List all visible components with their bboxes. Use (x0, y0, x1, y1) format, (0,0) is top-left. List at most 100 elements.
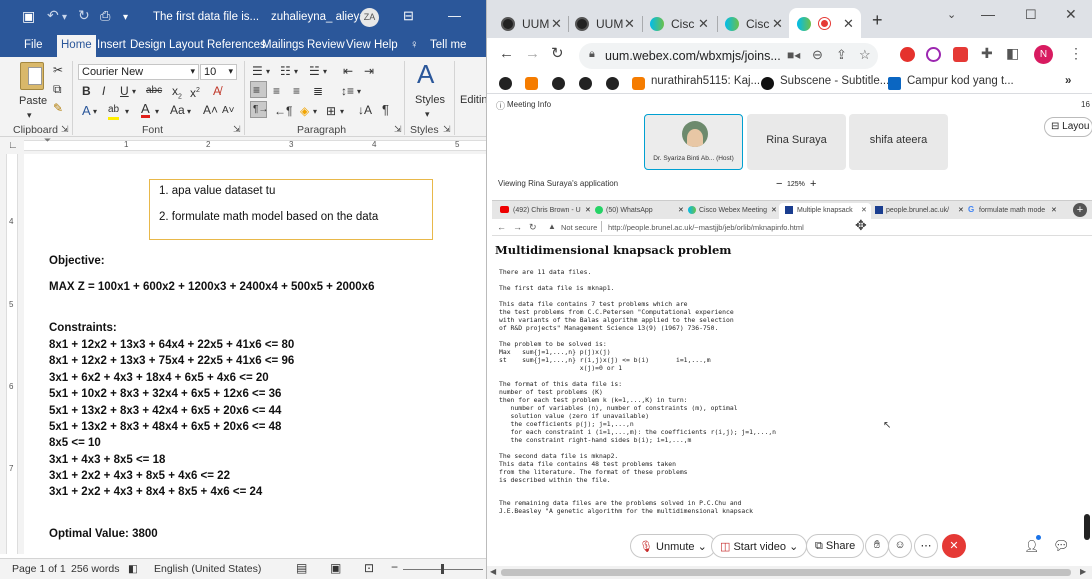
undo-dropdown-icon[interactable]: ▾ (62, 12, 67, 23)
align-left-button[interactable]: ≡ (250, 81, 267, 98)
github-icon[interactable] (606, 77, 619, 90)
numbering-dropdown-icon[interactable]: ▾ (294, 65, 298, 79)
word-count[interactable]: 256 words (71, 563, 119, 575)
tab-design[interactable]: Design (130, 39, 166, 51)
address-bar[interactable]: 🔒︎ uum.webex.com/wbxmjs/joins... ■◂ ⊖ ⇪ … (579, 43, 878, 69)
font-launcher-icon[interactable]: ⇲ (233, 124, 241, 135)
customize-qat-icon[interactable]: ▾ (123, 12, 128, 23)
browser-tab[interactable]: Cisc ✕ (719, 8, 789, 38)
notes-textbox[interactable]: 1. apa value dataset tu 2. formulate mat… (149, 179, 433, 240)
paste-dropdown-icon[interactable]: ▾ (27, 108, 32, 122)
justify-icon[interactable]: ≣ (313, 84, 323, 98)
strikethrough-icon[interactable]: abc (146, 84, 162, 98)
tab-layout[interactable]: Layout (169, 39, 204, 51)
more-bookmarks-icon[interactable]: » (1065, 75, 1071, 87)
tab-selector-icon[interactable]: ∟ (8, 140, 18, 151)
participant-tile[interactable]: Rina Suraya (747, 114, 846, 170)
language[interactable]: English (United States) (154, 563, 261, 575)
numbering-icon[interactable]: ☷ (280, 64, 291, 78)
cut-icon[interactable]: ✂ (53, 63, 63, 77)
clear-formatting-icon[interactable]: A̸ (213, 84, 221, 98)
copy-icon[interactable]: ⧉ (53, 82, 62, 96)
meeting-info-link[interactable]: Meeting Info (507, 100, 551, 109)
zoom-icon[interactable]: ⊖ (812, 47, 823, 63)
maximize-icon[interactable]: ☐ (1025, 7, 1037, 23)
share-page-icon[interactable]: ⇪ (836, 47, 847, 63)
browser-tab-active[interactable]: ✕ (789, 8, 861, 38)
github-icon[interactable] (579, 77, 592, 90)
sort-icon[interactable]: ↓A (358, 103, 372, 117)
close-tab-icon[interactable]: ✕ (843, 16, 854, 32)
text-effects-icon[interactable]: A (82, 104, 91, 118)
bold-icon[interactable]: B (82, 84, 91, 98)
zoom-out-button[interactable]: − (776, 178, 782, 190)
github-icon[interactable] (499, 77, 512, 90)
side-panel-icon[interactable]: ◧ (1006, 45, 1019, 62)
show-marks-icon[interactable]: ¶ (382, 103, 389, 117)
close-tab-icon[interactable]: ✕ (772, 16, 783, 32)
font-color-dropdown-icon[interactable]: ▾ (155, 105, 159, 119)
browser-tab[interactable]: UUM ✕ (569, 8, 639, 38)
share-button[interactable]: ⧉ Share (806, 534, 865, 558)
bookmark-star-icon[interactable]: ☆ (859, 47, 871, 63)
increase-indent-icon[interactable]: ⇥ (364, 64, 374, 78)
highlight-dropdown-icon[interactable]: ▾ (125, 105, 129, 119)
font-color-icon[interactable]: A (141, 102, 150, 118)
document-page[interactable]: 1. apa value dataset tu 2. formulate mat… (24, 154, 486, 558)
multilevel-list-icon[interactable]: ☱ (309, 64, 320, 78)
proofing-icon[interactable]: ◧ (128, 563, 138, 575)
line-spacing-icon[interactable]: ↕≡ (341, 84, 354, 98)
shrink-font-icon[interactable]: A˅ (222, 104, 235, 118)
minimize-icon[interactable]: — (448, 8, 461, 23)
bookmark[interactable]: Campur kod yang t... (907, 75, 1014, 87)
text-effects-dropdown-icon[interactable]: ▾ (93, 105, 97, 119)
chat-icon[interactable]: 💬︎ (1053, 538, 1070, 554)
indent-marker-icon[interactable]: ⏷ (44, 135, 51, 146)
start-video-button[interactable]: ◫ Start video ⌄ (711, 534, 808, 558)
raise-hand-button[interactable]: ✋︎ (865, 534, 889, 558)
menu-icon[interactable]: ⋮ (1069, 45, 1083, 62)
forward-icon[interactable]: → (525, 45, 540, 62)
line-spacing-dropdown-icon[interactable]: ▾ (357, 85, 361, 99)
superscript-icon[interactable]: x2 (190, 84, 200, 100)
close-tab-icon[interactable]: ✕ (624, 16, 635, 32)
underline-dropdown-icon[interactable]: ▾ (132, 85, 136, 99)
tab-file[interactable]: File (24, 39, 43, 51)
profile-avatar[interactable]: N (1034, 45, 1053, 64)
camera-icon[interactable]: ■◂ (787, 48, 800, 62)
save-icon[interactable]: ▣ (22, 8, 35, 25)
tab-home[interactable]: Home (57, 35, 96, 57)
lock-icon[interactable]: 🔒︎ (589, 48, 595, 61)
tab-review[interactable]: Review (307, 39, 345, 51)
page-count[interactable]: Page 1 of 1 (12, 563, 66, 575)
linkedin-icon[interactable] (888, 77, 901, 90)
align-right-icon[interactable]: ≡ (293, 84, 300, 98)
extension-icon[interactable] (953, 47, 968, 62)
change-case-dropdown-icon[interactable]: ▾ (187, 105, 191, 119)
tab-help[interactable]: Help (374, 39, 398, 51)
print-preview-icon[interactable]: ⎙ (100, 8, 110, 24)
italic-icon[interactable]: I (102, 84, 105, 98)
reload-icon[interactable]: ↻ (551, 44, 564, 62)
tab-insert[interactable]: Insert (97, 39, 126, 51)
underline-icon[interactable]: U (120, 84, 129, 98)
styles-button[interactable]: Styles (415, 93, 445, 107)
scroll-right-icon[interactable]: ▶ (1080, 567, 1086, 576)
horizontal-ruler[interactable]: ∟ ⏷ 1 2 3 4 5 (0, 135, 486, 154)
print-layout-icon[interactable]: ▣ (330, 561, 341, 575)
styles-dropdown-icon[interactable]: ▾ (425, 107, 430, 121)
participant-tile[interactable]: shifa ateera (849, 114, 948, 170)
browser-tab[interactable]: UUM ✕ (495, 8, 565, 38)
undo-icon[interactable]: ↶ (47, 7, 59, 24)
layout-button[interactable]: ⊟ Layou (1044, 117, 1092, 137)
grow-font-icon[interactable]: A˄ (203, 103, 218, 117)
subscript-icon[interactable]: x2 (172, 84, 182, 104)
read-mode-icon[interactable]: ▤ (296, 561, 307, 575)
paragraph-launcher-icon[interactable]: ⇲ (394, 124, 402, 135)
extensions-puzzle-icon[interactable]: ✚ (981, 45, 993, 62)
rtl-icon[interactable]: ←¶ (274, 104, 292, 118)
url-text[interactable]: uum.webex.com/wbxmjs/joins... (605, 49, 781, 63)
redo-icon[interactable]: ↻ (78, 7, 90, 24)
ribbon-display-icon[interactable]: ⊟ (403, 8, 414, 24)
info-icon[interactable]: ⓘ (496, 99, 505, 112)
